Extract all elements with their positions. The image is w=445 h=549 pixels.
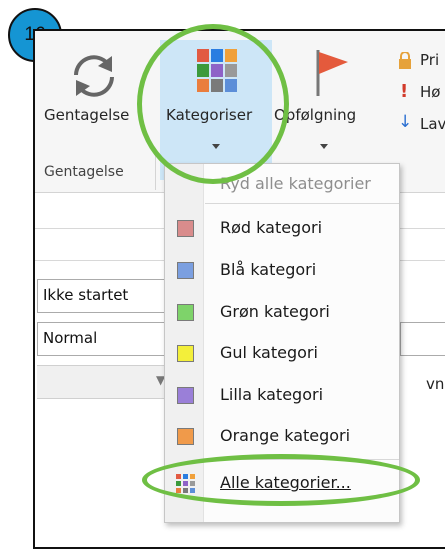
category-label: Grøn kategori [220,302,330,321]
category-item-red[interactable]: Rød kategori [165,208,399,249]
purple-swatch-icon [177,387,194,404]
status-field[interactable]: Ikke startet [37,279,165,313]
priority-field[interactable]: Normal [37,322,165,356]
menu-separator [205,203,399,204]
low-importance-label[interactable]: Lav [420,115,445,133]
category-label: Orange kategori [220,426,351,445]
category-item-purple[interactable]: Lilla kategori [165,375,399,416]
orange-swatch-icon [177,428,194,445]
group-label-gentagelse: Gentagelse [44,164,124,180]
category-label: Blå kategori [220,260,317,279]
divider [35,228,165,229]
green-swatch-icon [177,304,194,321]
category-item-green[interactable]: Grøn kategori [165,292,399,333]
partial-label: vn [426,375,445,393]
category-item-blue[interactable]: Blå kategori [165,250,399,291]
flag-icon [316,50,348,96]
category-item-yellow[interactable]: Gul kategori [165,333,399,374]
red-swatch-icon [177,220,194,237]
divider [400,260,445,261]
high-importance-label[interactable]: Hø [420,83,440,101]
blue-swatch-icon [177,262,194,279]
divider [400,228,445,229]
toolbar-strip [37,365,165,399]
lock-icon [399,52,411,69]
arrow-down-icon: ↓ [398,112,413,132]
high-importance-icon: ! [400,81,409,102]
private-label[interactable]: Pri [420,51,439,69]
category-item-orange[interactable]: Orange kategori [165,416,399,457]
right-field[interactable] [400,322,445,356]
divider [35,260,165,261]
category-label: Rød kategori [220,218,323,237]
gentagelse-button[interactable]: Gentagelse [44,106,129,124]
category-label: Gul kategori [220,343,318,362]
recurrence-icon [74,55,114,97]
chevron-down-icon[interactable] [320,144,328,149]
category-label: Lilla kategori [220,385,324,404]
yellow-swatch-icon [177,345,194,362]
highlight-ring-all-categories [142,454,420,506]
highlight-ring-kategoriser [137,24,289,184]
